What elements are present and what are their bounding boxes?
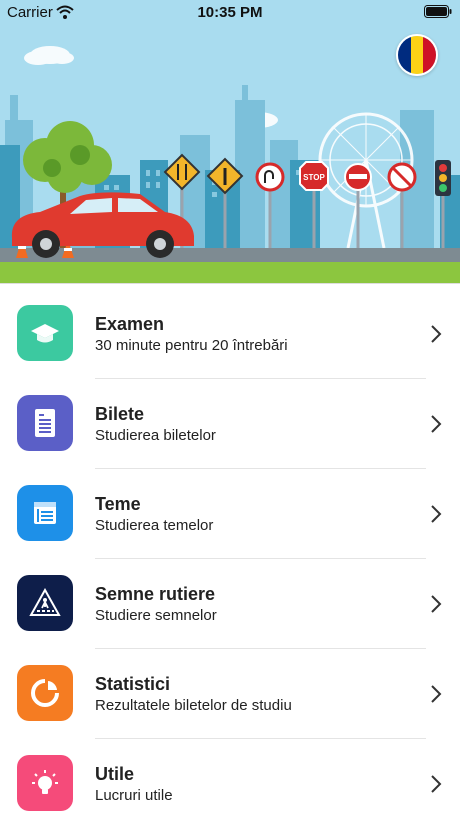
status-bar: Carrier 10:35 PM xyxy=(0,0,460,24)
menu-item-semne-rutiere[interactable]: Semne rutiere Studiere semnelor xyxy=(0,560,460,650)
svg-text:STOP: STOP xyxy=(303,173,325,182)
main-menu: Examen 30 minute pentru 20 întrebări Bil… xyxy=(0,290,460,830)
language-flag-button[interactable] xyxy=(396,34,438,76)
flag-stripe-yellow xyxy=(410,36,424,74)
menu-item-subtitle: Studierea temelor xyxy=(95,517,214,534)
pie-chart-icon xyxy=(17,665,73,721)
pedestrian-crossing-icon xyxy=(17,575,73,631)
chevron-right-icon xyxy=(431,775,442,793)
menu-item-subtitle: Lucruri utile xyxy=(95,787,173,804)
lightbulb-icon xyxy=(17,755,73,811)
menu-item-title: Semne rutiere xyxy=(95,584,216,604)
divider xyxy=(95,378,426,379)
battery-icon xyxy=(424,5,452,18)
menu-item-title: Examen xyxy=(95,314,165,334)
menu-item-subtitle: Rezultatele biletelor de studiu xyxy=(95,697,292,714)
menu-item-utile[interactable]: Utile Lucruri utile xyxy=(0,740,460,830)
divider xyxy=(95,558,426,559)
menu-item-subtitle: Studierea biletelor xyxy=(95,427,216,444)
menu-item-title: Teme xyxy=(95,494,141,514)
graduation-cap-icon xyxy=(17,305,73,361)
menu-item-subtitle: 30 minute pentru 20 întrebări xyxy=(95,337,288,354)
clock: 10:35 PM xyxy=(197,4,263,21)
flag-stripe-blue xyxy=(398,36,411,74)
chevron-right-icon xyxy=(431,325,442,343)
divider xyxy=(95,468,426,469)
menu-item-title: Utile xyxy=(95,764,135,784)
chevron-right-icon xyxy=(431,595,442,613)
city-road-illustration: STOP xyxy=(0,46,460,283)
menu-item-statistici[interactable]: Statistici Rezultatele biletelor de stud… xyxy=(0,650,460,740)
menu-item-teme[interactable]: Teme Studierea temelor xyxy=(0,470,460,560)
book-icon xyxy=(17,485,73,541)
menu-item-title: Statistici xyxy=(95,674,171,694)
header-illustration: STOP xyxy=(0,0,460,284)
divider xyxy=(95,738,426,739)
menu-item-title: Bilete xyxy=(95,404,145,424)
divider xyxy=(95,648,426,649)
menu-item-subtitle: Studiere semnelor xyxy=(95,607,217,624)
menu-item-examen[interactable]: Examen 30 minute pentru 20 întrebări xyxy=(0,290,460,380)
chevron-right-icon xyxy=(431,415,442,433)
document-icon xyxy=(17,395,73,451)
chevron-right-icon xyxy=(431,505,442,523)
chevron-right-icon xyxy=(431,685,442,703)
menu-item-bilete[interactable]: Bilete Studierea biletelor xyxy=(0,380,460,470)
